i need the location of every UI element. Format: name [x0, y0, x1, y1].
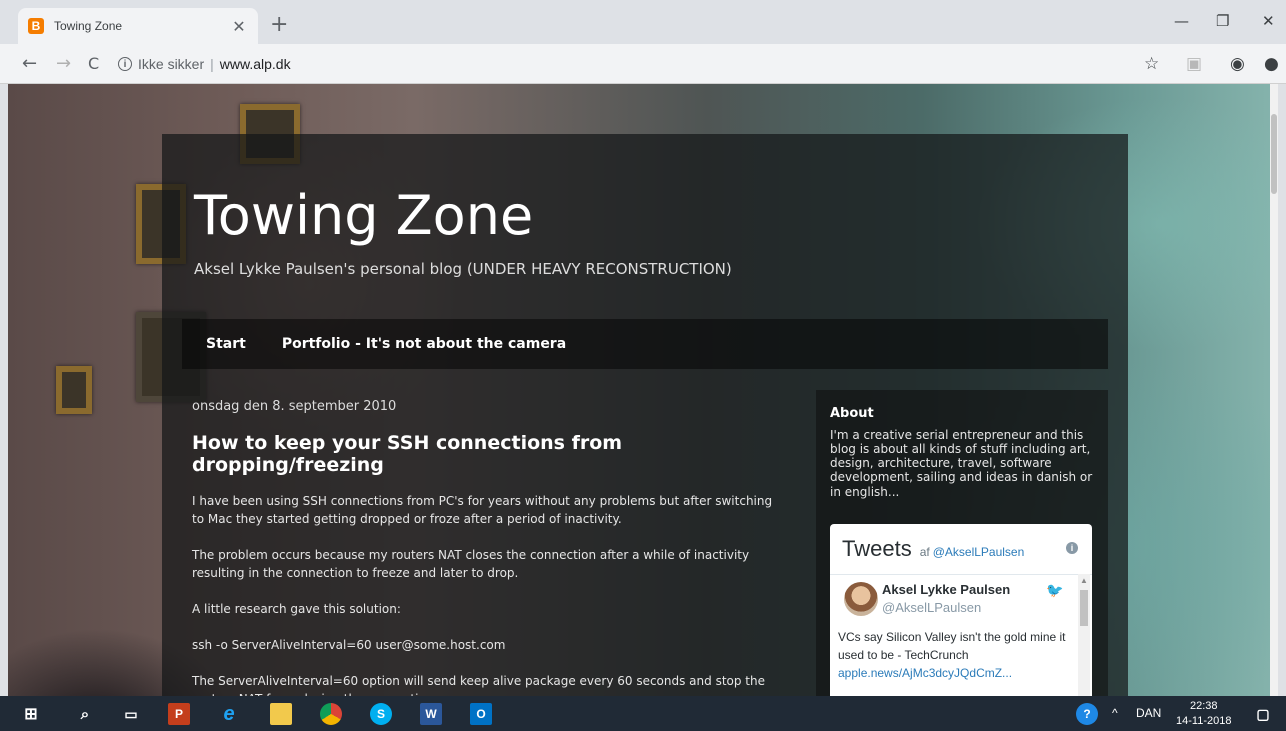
reload-button[interactable]: C [88, 54, 99, 73]
powerpoint-icon[interactable]: P [168, 703, 190, 725]
twitter-bird-icon: 🐦 [1046, 582, 1064, 598]
not-secure-label: Ikke sikker [138, 56, 205, 72]
info-icon[interactable]: i [1066, 542, 1078, 554]
back-button[interactable]: ← [22, 53, 37, 74]
new-tab-button[interactable]: + [270, 14, 288, 36]
blog-post: onsdag den 8. september 2010 How to keep… [192, 399, 782, 696]
twitter-scrollbar[interactable]: ▲ [1078, 574, 1090, 696]
scroll-thumb[interactable] [1080, 590, 1088, 626]
extension-icon[interactable]: ▣ [1186, 54, 1202, 74]
blog-container: Towing Zone Aksel Lykke Paulsen's person… [162, 134, 1128, 696]
about-text: I'm a creative serial entrepreneur and t… [830, 428, 1093, 499]
windows-start-icon[interactable]: ⊞ [20, 703, 42, 725]
post-paragraph: The ServerAliveInterval=60 option will s… [192, 674, 765, 696]
window-close-button[interactable]: ✕ [1262, 12, 1275, 30]
tweet-body: VCs say Silicon Valley isn't the gold mi… [838, 630, 1066, 662]
nav-link-portfolio[interactable]: Portfolio - It's not about the camera [282, 336, 566, 352]
windows-taskbar: ⊞ ⌕ ▭ P e S W O ? ^ DAN 22:38 14-11-2018… [0, 696, 1286, 731]
post-body: I have been using SSH connections from P… [192, 492, 782, 696]
divider [830, 574, 1092, 575]
close-tab-icon[interactable]: ✕ [230, 17, 248, 36]
clock-time: 22:38 [1189, 700, 1218, 712]
twitter-header: Tweets af @AkselLPaulsen [842, 536, 1024, 562]
twitter-by: af @AkselLPaulsen [920, 545, 1025, 559]
browser-toolbar: ← → C i Ikke sikker | www.alp.dk ☆ ▣ ◉ ● [0, 44, 1286, 84]
clock-date: 14-11-2018 [1176, 714, 1232, 727]
restore-button[interactable]: ❐ [1216, 12, 1229, 30]
blogger-icon: B [28, 18, 44, 34]
tab-strip: B Towing Zone ✕ + — ❐ ✕ [0, 0, 1286, 44]
word-icon[interactable]: W [420, 703, 442, 725]
post-paragraph: I have been using SSH connections from P… [192, 494, 773, 526]
twitter-by-label: af [919, 545, 930, 559]
omnibox-separator: | [210, 56, 214, 72]
task-view-icon[interactable]: ▭ [120, 703, 142, 725]
address-bar[interactable]: i Ikke sikker | www.alp.dk [118, 50, 1168, 78]
post-date: onsdag den 8. september 2010 [192, 399, 397, 414]
notifications-icon[interactable]: ▢ [1252, 703, 1274, 725]
info-icon[interactable]: i [118, 57, 132, 71]
blog-title[interactable]: Towing Zone [194, 184, 533, 247]
nav-link-start[interactable]: Start [206, 336, 246, 352]
menu-icon[interactable]: ● [1264, 54, 1279, 74]
about-heading: About [830, 406, 874, 421]
post-paragraph: The problem occurs because my routers NA… [192, 548, 750, 580]
star-icon[interactable]: ☆ [1144, 54, 1159, 74]
page-viewport: Towing Zone Aksel Lykke Paulsen's person… [8, 84, 1278, 696]
help-icon[interactable]: ? [1076, 703, 1098, 725]
tweet-author-handle[interactable]: @AkselLPaulsen [882, 600, 981, 615]
picture-frame [56, 366, 92, 414]
search-icon[interactable]: ⌕ [74, 703, 96, 725]
post-title[interactable]: How to keep your SSH connections from dr… [192, 432, 782, 476]
twitter-widget: Tweets af @AkselLPaulsen i Aksel Lykke Pa… [830, 524, 1092, 696]
post-code: ssh -o ServerAliveInterval=60 user@some.… [192, 638, 506, 652]
browser-tab[interactable]: B Towing Zone ✕ [18, 8, 258, 44]
tweet-author-name[interactable]: Aksel Lykke Paulsen [882, 582, 1010, 597]
file-explorer-icon[interactable] [270, 703, 292, 725]
tweet-link[interactable]: apple.news/AjMc3dcyJQdCmZ... [838, 666, 1012, 680]
url-text[interactable]: www.alp.dk [220, 56, 291, 72]
page-scroll-thumb[interactable] [1271, 114, 1277, 194]
blog-description: Aksel Lykke Paulsen's personal blog (UND… [194, 260, 732, 278]
tweet-text: VCs say Silicon Valley isn't the gold mi… [838, 628, 1074, 682]
chrome-icon[interactable] [320, 703, 342, 725]
sidebar: About I'm a creative serial entrepreneur… [816, 390, 1108, 696]
skype-icon[interactable]: S [370, 703, 392, 725]
internet-explorer-icon[interactable]: e [218, 703, 240, 725]
page-scrollbar[interactable] [1270, 84, 1278, 696]
post-paragraph: A little research gave this solution: [192, 602, 401, 616]
minimize-button[interactable]: — [1174, 12, 1189, 30]
twitter-title[interactable]: Tweets [842, 536, 912, 562]
scroll-up-icon[interactable]: ▲ [1080, 576, 1088, 585]
blog-navbar: Start Portfolio - It's not about the cam… [182, 319, 1108, 369]
tab-title: Towing Zone [54, 19, 123, 33]
tray-chevron-icon[interactable]: ^ [1112, 706, 1118, 720]
profile-icon[interactable]: ◉ [1230, 54, 1245, 74]
outlook-icon[interactable]: O [470, 703, 492, 725]
avatar[interactable] [844, 582, 878, 616]
forward-button[interactable]: → [56, 53, 71, 74]
language-indicator[interactable]: DAN [1136, 706, 1161, 720]
taskbar-clock[interactable]: 22:38 14-11-2018 [1176, 699, 1231, 729]
twitter-handle-link[interactable]: @AkselLPaulsen [933, 545, 1025, 559]
